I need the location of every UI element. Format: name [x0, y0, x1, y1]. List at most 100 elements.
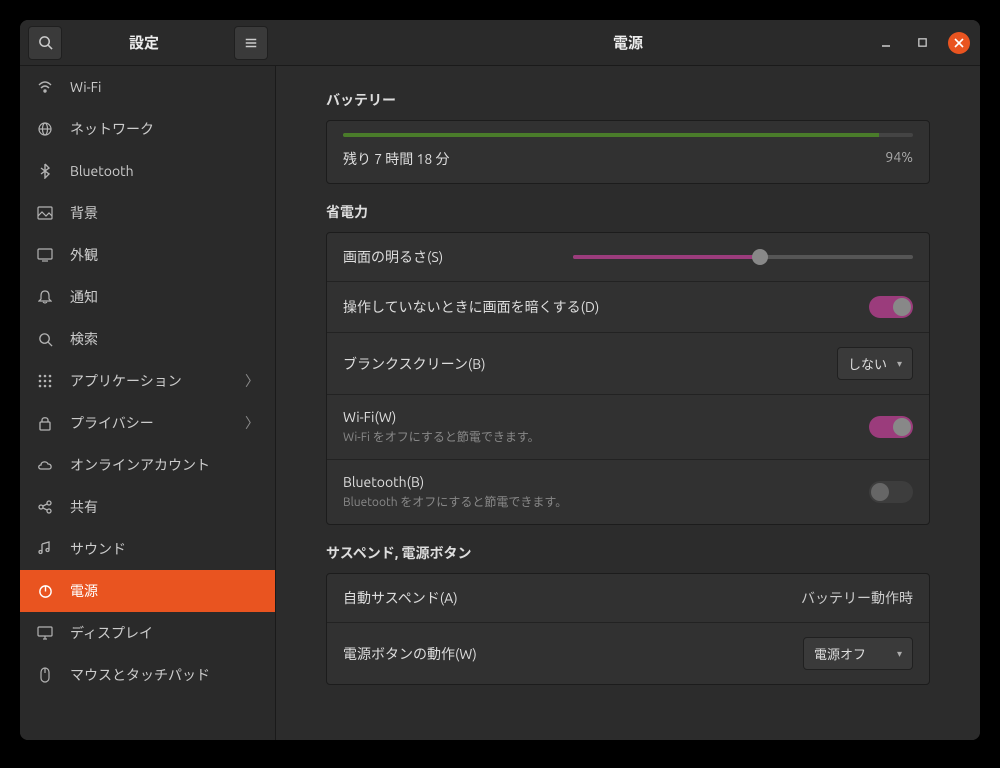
- blank-screen-label: ブランクスクリーン(B): [343, 354, 486, 374]
- battery-bar: [343, 133, 913, 137]
- bluetooth-icon: [36, 162, 54, 180]
- sidebar-item-label: サウンド: [70, 539, 126, 559]
- sidebar-item-label: 通知: [70, 287, 98, 307]
- auto-suspend-row[interactable]: 自動サスペンド(A) バッテリー動作時: [327, 574, 929, 623]
- blank-screen-dropdown[interactable]: しない ▾: [837, 347, 913, 380]
- sound-icon: [36, 540, 54, 558]
- battery-section-title: バッテリー: [326, 90, 930, 110]
- sidebar-item-label: 背景: [70, 203, 98, 223]
- battery-panel: 残り 7 時間 18 分 94%: [326, 120, 930, 184]
- wifi-icon: [36, 78, 54, 96]
- bluetooth-power-sub: Bluetooth をオフにすると節電できます。: [343, 493, 869, 510]
- sidebar-item-notifications[interactable]: 通知: [20, 276, 275, 318]
- display-icon: [36, 624, 54, 642]
- brightness-slider[interactable]: [573, 255, 913, 259]
- bluetooth-power-toggle[interactable]: [869, 481, 913, 503]
- sidebar-item-displays[interactable]: ディスプレイ: [20, 612, 275, 654]
- chevron-right-icon: 〉: [245, 413, 259, 433]
- sidebar-item-background[interactable]: 背景: [20, 192, 275, 234]
- cloud-icon: [36, 456, 54, 474]
- blank-screen-row: ブランクスクリーン(B) しない ▾: [327, 333, 929, 395]
- auto-suspend-label: 自動サスペンド(A): [343, 588, 458, 608]
- battery-remaining-text: 残り 7 時間 18 分: [343, 149, 450, 169]
- sidebar-item-bluetooth[interactable]: Bluetooth: [20, 150, 275, 192]
- suspend-section-title: サスペンド, 電源ボタン: [326, 543, 930, 563]
- sidebar-item-label: プライバシー: [70, 413, 154, 433]
- lock-icon: [36, 414, 54, 432]
- brightness-slider-fill: [573, 255, 760, 259]
- wifi-power-sub: Wi-Fi をオフにすると節電できます。: [343, 428, 869, 445]
- power-button-value: 電源オフ: [814, 644, 866, 663]
- power-button-dropdown[interactable]: 電源オフ ▾: [803, 637, 913, 670]
- sidebar-item-power[interactable]: 電源: [20, 570, 275, 612]
- sidebar-item-label: ディスプレイ: [70, 623, 153, 643]
- sidebar-item-label: アプリケーション: [70, 371, 182, 391]
- appearance-icon: [36, 246, 54, 264]
- search-icon: [36, 330, 54, 348]
- sidebar-item-network[interactable]: ネットワーク: [20, 108, 275, 150]
- sidebar-item-label: Wi-Fi: [70, 79, 101, 95]
- titlebar: 設定 電源: [20, 20, 980, 66]
- sidebar: Wi-Fi ネットワーク Bluetooth 背景 外観 通知: [20, 66, 276, 740]
- titlebar-sidebar-section: 設定: [20, 20, 276, 65]
- mouse-icon: [36, 666, 54, 684]
- sidebar-item-online-accounts[interactable]: オンラインアカウント: [20, 444, 275, 486]
- sidebar-item-label: Bluetooth: [70, 163, 134, 179]
- suspend-panel: 自動サスペンド(A) バッテリー動作時 電源ボタンの動作(W) 電源オフ ▾: [326, 573, 930, 685]
- maximize-button[interactable]: [912, 33, 932, 53]
- power-saving-section-title: 省電力: [326, 202, 930, 222]
- auto-suspend-value: バッテリー動作時: [801, 588, 913, 608]
- share-icon: [36, 498, 54, 516]
- bluetooth-power-row: Bluetooth(B) Bluetooth をオフにすると節電できます。: [327, 460, 929, 524]
- dim-screen-toggle[interactable]: [869, 296, 913, 318]
- chevron-right-icon: 〉: [245, 371, 259, 391]
- bell-icon: [36, 288, 54, 306]
- dim-screen-label: 操作していないときに画面を暗くする(D): [343, 297, 599, 317]
- window-body: Wi-Fi ネットワーク Bluetooth 背景 外観 通知: [20, 66, 980, 740]
- content-area: バッテリー 残り 7 時間 18 分 94% 省電力 画面の明るさ(S): [276, 66, 980, 740]
- power-button-label: 電源ボタンの動作(W): [343, 644, 477, 664]
- sidebar-title: 設定: [62, 32, 226, 53]
- close-button[interactable]: [948, 32, 970, 54]
- hamburger-button[interactable]: [234, 26, 268, 60]
- power-icon: [36, 582, 54, 600]
- battery-row: 残り 7 時間 18 分 94%: [327, 121, 929, 183]
- sidebar-item-mouse[interactable]: マウスとタッチパッド: [20, 654, 275, 696]
- wifi-power-label: Wi-Fi(W): [343, 409, 869, 425]
- minimize-button[interactable]: [876, 33, 896, 53]
- apps-icon: [36, 372, 54, 390]
- titlebar-content-section: 電源: [276, 20, 980, 65]
- sidebar-item-label: 外観: [70, 245, 98, 265]
- wifi-power-row: Wi-Fi(W) Wi-Fi をオフにすると節電できます。: [327, 395, 929, 460]
- sidebar-item-sharing[interactable]: 共有: [20, 486, 275, 528]
- hamburger-icon: [244, 36, 258, 50]
- sidebar-item-appearance[interactable]: 外観: [20, 234, 275, 276]
- brightness-slider-thumb: [752, 249, 768, 265]
- power-saving-panel: 画面の明るさ(S) 操作していないときに画面を暗くする(D) ブランクスクリーン…: [326, 232, 930, 525]
- sidebar-item-label: ネットワーク: [70, 119, 154, 139]
- background-icon: [36, 204, 54, 222]
- dim-screen-row: 操作していないときに画面を暗くする(D): [327, 282, 929, 333]
- sidebar-item-label: 電源: [70, 581, 98, 601]
- power-button-row: 電源ボタンの動作(W) 電源オフ ▾: [327, 623, 929, 684]
- window-controls: [876, 32, 970, 54]
- search-icon: [38, 35, 53, 50]
- battery-percent-text: 94%: [885, 149, 913, 169]
- bluetooth-power-label: Bluetooth(B): [343, 474, 869, 490]
- sidebar-item-sound[interactable]: サウンド: [20, 528, 275, 570]
- sidebar-item-wifi[interactable]: Wi-Fi: [20, 66, 275, 108]
- sidebar-item-label: 検索: [70, 329, 98, 349]
- sidebar-item-label: マウスとタッチパッド: [70, 665, 210, 685]
- brightness-label: 画面の明るさ(S): [343, 247, 443, 267]
- sidebar-item-label: オンラインアカウント: [70, 455, 210, 475]
- chevron-down-icon: ▾: [897, 358, 902, 370]
- search-button[interactable]: [28, 26, 62, 60]
- sidebar-item-search[interactable]: 検索: [20, 318, 275, 360]
- chevron-down-icon: ▾: [897, 648, 902, 660]
- wifi-power-toggle[interactable]: [869, 416, 913, 438]
- sidebar-item-applications[interactable]: アプリケーション 〉: [20, 360, 275, 402]
- settings-window: 設定 電源: [20, 20, 980, 740]
- sidebar-item-privacy[interactable]: プライバシー 〉: [20, 402, 275, 444]
- sidebar-item-label: 共有: [70, 497, 98, 517]
- page-title: 電源: [613, 32, 643, 53]
